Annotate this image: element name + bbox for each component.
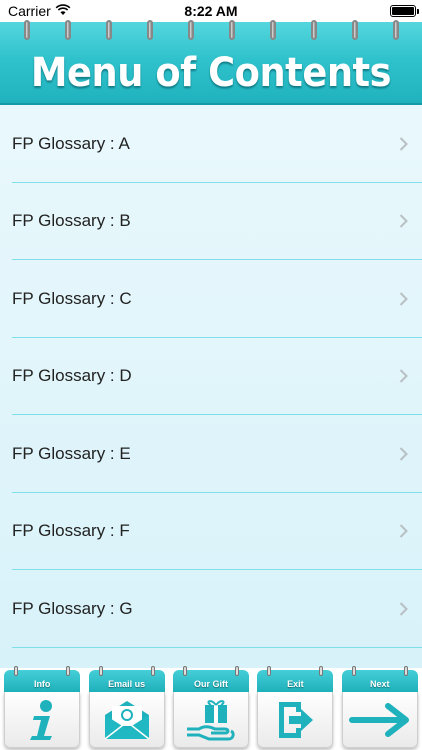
exit-button[interactable]: Exit — [257, 666, 334, 750]
list-item-label: FP Glossary : D — [12, 366, 132, 386]
our-gift-button-label: Our Gift — [193, 679, 228, 689]
carrier-label: Carrier — [8, 3, 51, 19]
info-icon — [30, 699, 53, 740]
chevron-right-icon — [399, 602, 408, 616]
list-item-g[interactable]: FP Glossary : G — [0, 570, 422, 648]
spiral-rings — [0, 20, 422, 42]
list-item-c[interactable]: FP Glossary : C — [0, 260, 422, 338]
list-item-f[interactable]: FP Glossary : F — [0, 493, 422, 571]
info-button[interactable]: Info — [4, 666, 81, 750]
status-bar: Carrier 8:22 AM — [0, 0, 422, 22]
list-item-label: FP Glossary : F — [12, 521, 130, 541]
page-title: Menu of Contents — [30, 50, 392, 96]
exit-button-label: Exit — [287, 679, 304, 689]
next-button-label: Next — [369, 679, 390, 689]
menu-list: FP Glossary : A FP Glossary : B FP Gloss… — [0, 105, 422, 668]
list-item-label: FP Glossary : B — [12, 211, 131, 231]
exit-icon — [279, 701, 314, 738]
gift-icon — [186, 699, 235, 740]
chevron-right-icon — [399, 447, 408, 461]
arrow-right-icon — [348, 702, 409, 737]
list-item-d[interactable]: FP Glossary : D — [0, 338, 422, 416]
chevron-right-icon — [399, 369, 408, 383]
list-item-b[interactable]: FP Glossary : B — [0, 183, 422, 261]
wifi-icon — [55, 3, 71, 19]
email-us-button-label: Email us — [108, 679, 146, 689]
chevron-right-icon — [399, 214, 408, 228]
email-icon — [104, 700, 150, 740]
list-item-label: FP Glossary : C — [12, 288, 132, 308]
chevron-right-icon — [399, 292, 408, 306]
next-button[interactable]: Next — [341, 666, 418, 750]
status-left: Carrier — [8, 3, 71, 19]
info-button-label: Info — [33, 679, 51, 689]
list-item-label: FP Glossary : A — [12, 133, 130, 153]
list-item-e[interactable]: FP Glossary : E — [0, 415, 422, 493]
list-item-label: FP Glossary : E — [12, 443, 131, 463]
status-right — [390, 5, 419, 17]
list-item-a[interactable]: FP Glossary : A — [0, 105, 422, 183]
chevron-right-icon — [399, 137, 408, 151]
header: Menu of Contents — [0, 20, 422, 105]
battery-icon — [390, 5, 419, 17]
bottom-toolbar: Info Email us Our Gift Exit Next — [0, 666, 422, 750]
chevron-right-icon — [399, 524, 408, 538]
our-gift-button[interactable]: Our Gift — [172, 666, 249, 750]
list-item-label: FP Glossary : G — [12, 598, 133, 618]
email-us-button[interactable]: Email us — [88, 666, 165, 750]
